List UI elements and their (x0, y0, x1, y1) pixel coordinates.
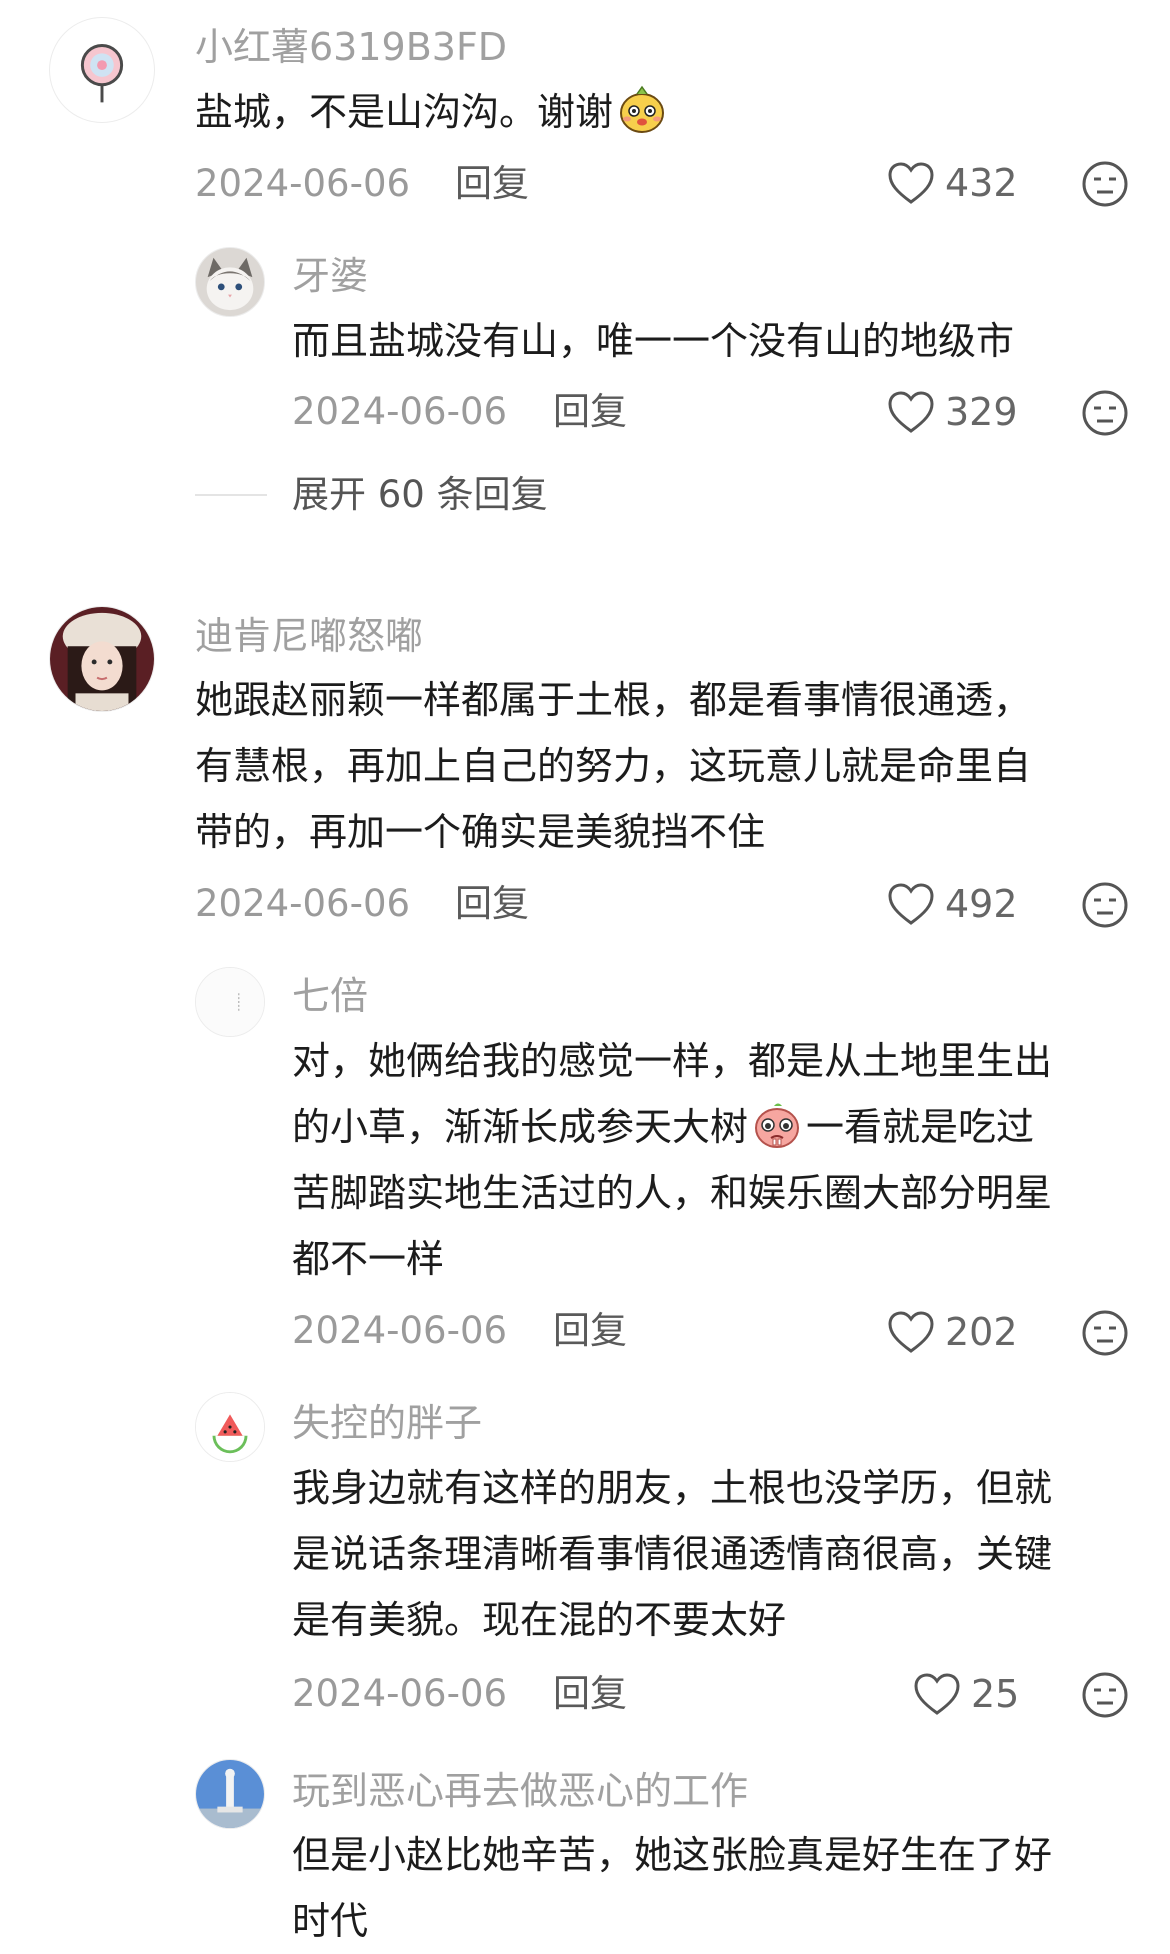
unimpressed-face-icon[interactable] (1080, 1308, 1130, 1358)
reply-text-line: 时代 (292, 1899, 369, 1943)
comment-date: 2024-06-06 (195, 882, 411, 925)
comment-text-line: 带的，再加一个确实是美貌挡不住 (195, 810, 766, 854)
reply-date: 2024-06-06 (292, 1672, 508, 1715)
reply-text-segment: 的小草，渐渐长成参天大树 (292, 1105, 749, 1149)
pink-crying-emoji (755, 1103, 800, 1148)
reply-username[interactable]: 七倍 (292, 977, 368, 1015)
yellow-cartoon-emoji (620, 85, 665, 133)
comment-text-line: 有慧根，再加上自己的努力，这玩意儿就是命里自 (195, 744, 1032, 788)
expand-replies-button[interactable]: 展开 60 条回复 (292, 476, 548, 513)
like-button[interactable]: 329 (887, 390, 1018, 434)
reply-button[interactable]: 回复 (455, 165, 529, 202)
avatar[interactable] (49, 606, 155, 712)
like-button[interactable]: 25 (913, 1672, 1019, 1716)
like-count: 329 (945, 390, 1018, 434)
unimpressed-face-icon[interactable] (1080, 880, 1130, 930)
comment-text-line: 盐城，不是山沟沟。谢谢 (195, 90, 614, 134)
avatar[interactable] (195, 967, 265, 1037)
reply-username[interactable]: 失控的胖子 (292, 1404, 482, 1442)
like-button[interactable]: 432 (887, 161, 1018, 205)
reply-text-line: 我身边就有这样的朋友，土根也没学历，但就 (292, 1466, 1053, 1510)
expand-divider (195, 494, 267, 496)
reply-button[interactable]: 回复 (553, 1312, 627, 1349)
reply-text-line: 都不一样 (292, 1237, 445, 1281)
comment-username[interactable]: 小红薯6319B3FD (195, 28, 507, 66)
reply-text-line: 是说话条理清晰看事情很通透情商很高，关键 (292, 1532, 1053, 1576)
reply-username[interactable]: 玩到恶心再去做恶心的工作 (292, 1772, 748, 1810)
reply-text-line: 但是小赵比她辛苦，她这张脸真是好生在了好 (292, 1833, 1053, 1877)
like-button[interactable]: 202 (887, 1310, 1018, 1354)
heart-outline-icon (888, 1311, 934, 1353)
comment-username[interactable]: 迪肯尼嘟怒嘟 (195, 617, 423, 655)
reply-text-line: 苦脚踏实地生活过的人，和娱乐圈大部分明星 (292, 1171, 1053, 1215)
like-button[interactable]: 492 (887, 882, 1018, 926)
unimpressed-face-icon[interactable] (1080, 388, 1130, 438)
reply-text-line: 的小草，渐渐长成参天大树 一看就是吃过 (292, 1094, 1034, 1160)
comment-date: 2024-06-06 (195, 162, 411, 205)
reply-date: 2024-06-06 (292, 390, 508, 433)
reply-date: 2024-06-06 (292, 1309, 508, 1352)
avatar[interactable] (49, 17, 155, 123)
reply-text-segment: 一看就是吃过 (806, 1105, 1035, 1149)
heart-outline-icon (888, 883, 934, 925)
reply-text-line: 对，她俩给我的感觉一样，都是从土地里生出 (292, 1039, 1053, 1083)
avatar[interactable] (195, 1392, 265, 1462)
reply-button[interactable]: 回复 (553, 393, 627, 430)
like-count: 432 (945, 161, 1018, 205)
reply-username[interactable]: 牙婆 (292, 257, 368, 295)
like-count: 25 (971, 1672, 1020, 1716)
heart-outline-icon (888, 162, 934, 204)
unimpressed-face-icon[interactable] (1080, 1670, 1130, 1720)
heart-outline-icon (914, 1673, 960, 1715)
reply-button[interactable]: 回复 (553, 1675, 627, 1712)
comment-text: 盐城，不是山沟沟。谢谢 (195, 79, 671, 145)
unimpressed-face-icon[interactable] (1080, 159, 1130, 209)
heart-outline-icon (888, 391, 934, 433)
avatar[interactable] (195, 247, 265, 317)
like-count: 202 (945, 1310, 1018, 1354)
comment-text-line: 她跟赵丽颖一样都属于土根，都是看事情很通透， (195, 678, 1032, 722)
like-count: 492 (945, 882, 1018, 926)
avatar[interactable] (195, 1759, 265, 1829)
reply-button[interactable]: 回复 (455, 885, 529, 922)
reply-text: 而且盐城没有山，唯一一个没有山的地级市 (292, 319, 1015, 363)
reply-text-line: 是有美貌。现在混的不要太好 (292, 1598, 787, 1642)
